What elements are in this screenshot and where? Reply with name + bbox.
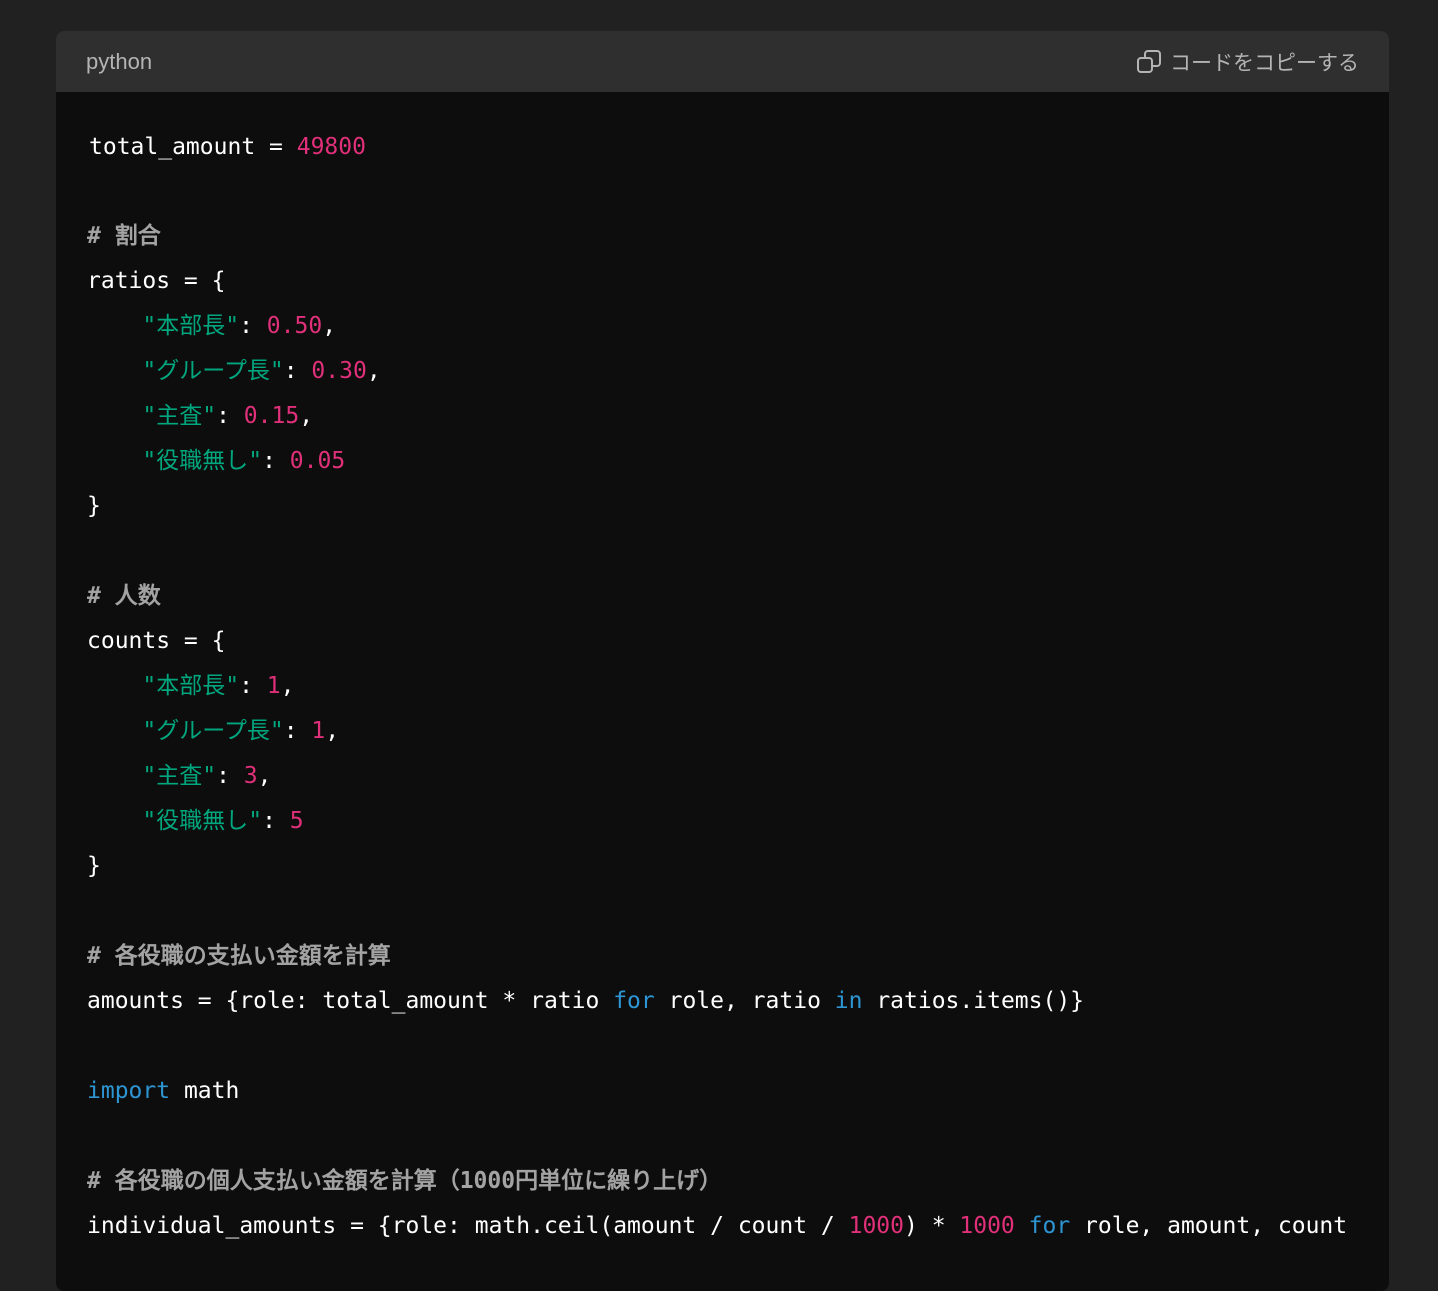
code-line: "本部長": 0.50,: [87, 311, 336, 341]
code-line: "本部長": 1,: [87, 671, 295, 701]
code-token-num: 1: [266, 673, 281, 699]
code-token-cm: # 各役職の個人支払い金額を計算（1000円単位に繰り上げ）: [87, 1168, 723, 1194]
code-token-kw: in: [834, 988, 863, 1014]
code-line: # 割合: [87, 221, 161, 251]
code-token-cm: # 割合: [87, 223, 161, 249]
code-line: amounts = {role: total_amount * ratio fo…: [87, 986, 1084, 1016]
code-line: individual_amounts = {role: math.ceil(am…: [87, 1211, 1347, 1241]
code-token-plain: ,: [280, 673, 295, 699]
code-line: "主査": 3,: [87, 761, 272, 791]
code-token-str: "本部長": [142, 673, 240, 699]
code-token-num: 3: [243, 763, 258, 789]
code-line: # 人数: [87, 581, 161, 611]
code-token-str: "主査": [142, 763, 217, 789]
code-line: "役職無し": 0.05: [87, 446, 345, 476]
language-label: python: [86, 48, 153, 74]
code-token-num: 1000: [959, 1213, 1015, 1239]
code-line: }: [87, 851, 101, 881]
code-token-str: "役職無し": [142, 448, 263, 474]
code-token-plain: ,: [325, 718, 340, 744]
code-token-plain: ,: [322, 313, 337, 339]
copy-icon: [1136, 49, 1162, 75]
code-token-cm: # 各役職の支払い金額を計算: [87, 943, 391, 969]
code-token-str: "主査": [142, 403, 217, 429]
code-token-plain: :: [216, 403, 244, 429]
code-token-plain: role, ratio: [654, 988, 835, 1014]
code-token-plain: ,: [366, 358, 381, 384]
code-line: total_amount = 49800: [89, 132, 366, 162]
code-token-plain: ratios = {: [87, 268, 226, 294]
copy-code-button[interactable]: コードをコピーする: [1136, 47, 1359, 77]
code-token-str: "グループ長": [142, 718, 284, 744]
code-token-kw: for: [1028, 1213, 1071, 1239]
code-token-plain: :: [283, 718, 312, 744]
code-header: python コードをコピーする: [56, 31, 1389, 92]
code-token-num: 0.05: [289, 448, 346, 474]
code-line: # 各役職の個人支払い金額を計算（1000円単位に繰り上げ）: [87, 1166, 722, 1196]
code-token-num: 1: [311, 718, 326, 744]
code-token-str: "役職無し": [142, 808, 263, 834]
code-line: "グループ長": 1,: [87, 716, 339, 746]
code-line: # 各役職の支払い金額を計算: [87, 941, 391, 971]
code-token-plain: math: [170, 1078, 240, 1104]
code-token-num: 0.15: [243, 403, 300, 429]
code-token-plain: counts = {: [87, 628, 226, 654]
code-token-kw: for: [613, 988, 655, 1014]
code-token-plain: total_amount =: [89, 134, 297, 160]
code-token-plain: :: [239, 673, 267, 699]
code-token-plain: ratios.items()}: [862, 988, 1085, 1014]
copy-code-label: コードをコピーする: [1170, 51, 1359, 75]
code-line: "主査": 0.15,: [87, 401, 313, 431]
code-token-str: "グループ長": [142, 358, 284, 384]
code-token-num: 0.30: [311, 358, 367, 384]
code-token-num: 1000: [848, 1213, 904, 1239]
code-token-plain: role, amount, count: [1070, 1213, 1348, 1239]
code-token-plain: }: [87, 493, 101, 519]
code-token-cm: # 人数: [87, 583, 161, 609]
code-token-plain: amounts = {role: total_amount * ratio: [87, 988, 614, 1014]
code-token-str: "本部長": [142, 313, 240, 339]
code-token-plain: }: [87, 853, 101, 879]
code-token-num: 5: [289, 808, 304, 834]
code-line: ratios = {: [87, 266, 225, 296]
code-token-plain: individual_amounts = {role: math.ceil(am…: [87, 1213, 849, 1239]
code-token-plain: :: [262, 448, 290, 474]
code-token-plain: :: [283, 358, 312, 384]
code-token-plain: :: [216, 763, 244, 789]
code-token-plain: :: [262, 808, 290, 834]
code-token-num: 49800: [296, 134, 366, 160]
code-line: "役職無し": 5: [87, 806, 304, 836]
code-token-kw: import: [87, 1078, 171, 1104]
code-token-plain: ) *: [904, 1213, 960, 1239]
code-token-num: 0.50: [266, 313, 323, 339]
code-token-plain: :: [239, 313, 267, 339]
code-line: }: [87, 491, 101, 521]
code-token-plain: ,: [257, 763, 272, 789]
code-line: import math: [87, 1076, 239, 1106]
code-line: counts = {: [87, 626, 225, 656]
code-token-plain: ,: [299, 403, 314, 429]
code-line: "グループ長": 0.30,: [87, 356, 381, 386]
code-block: python コードをコピーする total_amount = 49800 # 割…: [56, 31, 1389, 1291]
